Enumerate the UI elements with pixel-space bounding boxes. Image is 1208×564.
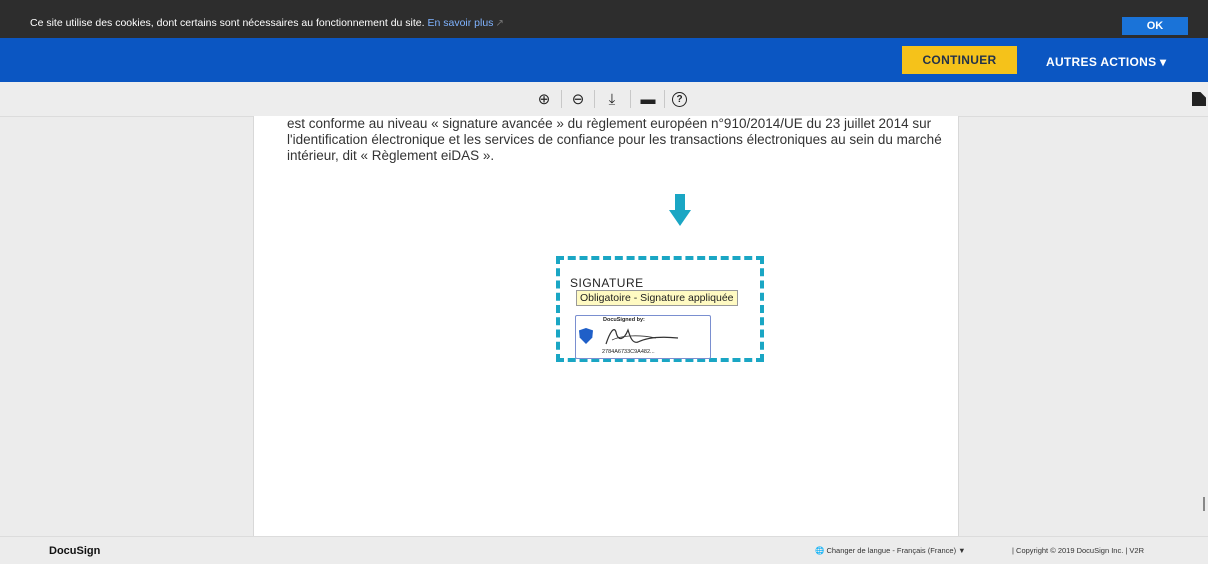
footer: DocuSign 🌐 Changer de langue - Français … — [0, 536, 1208, 564]
zoom-out-icon[interactable]: ⊖ — [568, 89, 588, 109]
signature-id: 2784A6733C9A482... — [602, 349, 655, 355]
continue-button[interactable]: CONTINUER — [902, 46, 1017, 74]
language-label: Changer de langue - Français (France) ▼ — [826, 546, 966, 555]
document-toolbar: ⊕ ⊖ ⤓ ▬ ? — [0, 82, 1208, 117]
signature-label: SIGNATURE — [570, 276, 644, 290]
docusign-logo: DocuSign — [49, 545, 101, 557]
document-paragraph: est conforme au niveau « signature avanc… — [287, 116, 942, 163]
external-link-icon: ↗ — [495, 18, 504, 29]
print-icon[interactable]: ▬ — [638, 89, 658, 109]
toolbar-divider — [594, 90, 595, 108]
zoom-in-icon[interactable]: ⊕ — [534, 89, 554, 109]
shield-check-icon — [579, 328, 593, 344]
help-icon[interactable]: ? — [672, 92, 687, 107]
signature-image: DocuSigned by: 2784A6733C9A482... — [575, 315, 711, 359]
cookie-message-text: Ce site utilise des cookies, dont certai… — [30, 17, 425, 29]
cookie-banner: Ce site utilise des cookies, dont certai… — [0, 0, 1208, 38]
page-icon[interactable] — [1192, 92, 1206, 106]
cookie-message: Ce site utilise des cookies, dont certai… — [30, 17, 504, 29]
more-actions-menu[interactable]: AUTRES ACTIONS ▾ — [1046, 55, 1166, 69]
app-header: CONTINUER AUTRES ACTIONS ▾ — [0, 38, 1208, 82]
signature-tooltip: Obligatoire - Signature appliquée — [576, 290, 738, 306]
arrow-down-icon — [675, 194, 685, 210]
document-page: est conforme au niveau « signature avanc… — [253, 116, 959, 536]
globe-icon: 🌐 — [815, 546, 825, 555]
download-icon[interactable]: ⤓ — [602, 89, 622, 109]
scrollbar-handle[interactable] — [1203, 497, 1205, 511]
learn-more-link[interactable]: En savoir plus — [427, 17, 493, 29]
toolbar-divider — [630, 90, 631, 108]
toolbar-divider — [561, 90, 562, 108]
arrow-down-icon-head — [669, 210, 691, 226]
copyright-text: | Copyright © 2019 DocuSign Inc. | V2R — [1012, 546, 1144, 555]
toolbar-divider — [664, 90, 665, 108]
signature-field[interactable]: SIGNATURE Obligatoire - Signature appliq… — [556, 256, 764, 362]
cookie-ok-button[interactable]: OK — [1122, 17, 1188, 35]
language-selector[interactable]: 🌐 Changer de langue - Français (France) … — [815, 546, 966, 555]
handwritten-signature-icon — [605, 328, 679, 345]
